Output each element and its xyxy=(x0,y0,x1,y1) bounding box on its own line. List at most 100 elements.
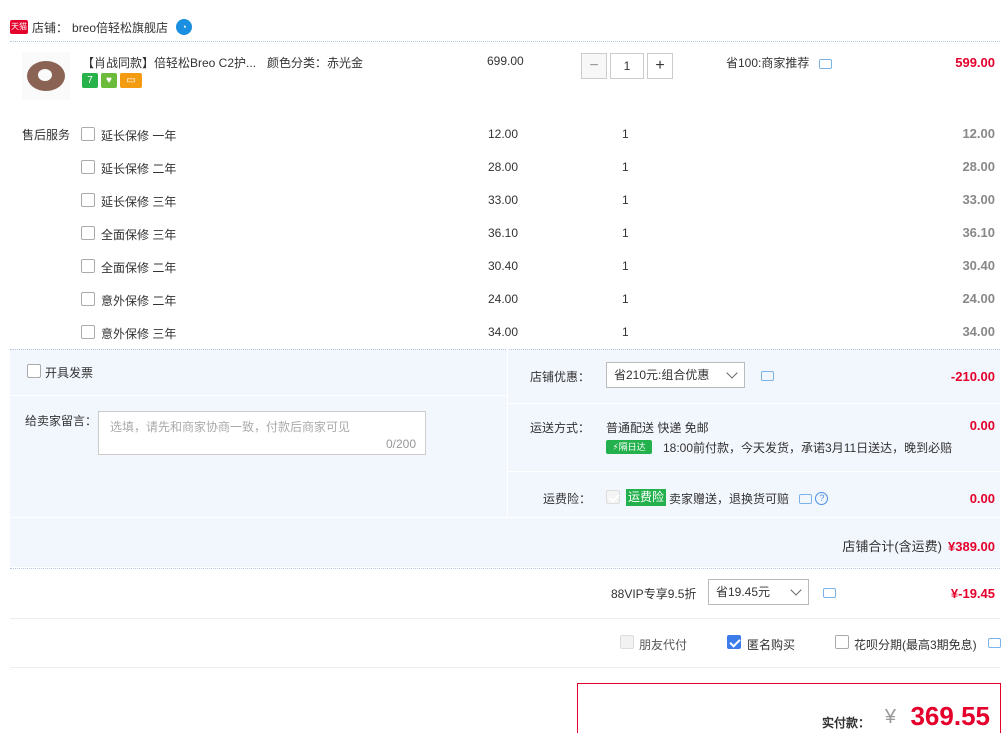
seller-message-input[interactable]: 选填，请先和商家协商一致，付款后商家可见 0/200 xyxy=(98,411,426,455)
payment-summary: 实付款： ¥ 369.55 xyxy=(577,683,1001,733)
store-discount-amount: -210.00 xyxy=(950,369,995,384)
service-name: 全面保修 二年 xyxy=(101,261,177,275)
store-total-label: 店铺合计(含运费) xyxy=(842,539,942,554)
comment-icon[interactable] xyxy=(799,493,812,504)
service-checkbox[interactable] xyxy=(81,160,95,174)
service-total: 28.00 xyxy=(962,159,995,174)
service-checkbox[interactable] xyxy=(81,226,95,240)
anonymous-label: 匿名购买 xyxy=(747,638,796,652)
service-qty: 1 xyxy=(622,160,629,174)
service-checkbox[interactable] xyxy=(81,259,95,273)
friend-pay-checkbox xyxy=(620,635,634,649)
panel-divider xyxy=(10,517,1000,518)
vip-discount-label: 88VIP专享9.5折 xyxy=(611,587,697,601)
payment-label: 实付款： xyxy=(821,716,870,730)
product-title-link[interactable]: 【肖战同款】倍轻松Breo C2护... xyxy=(82,54,256,71)
quantity-stepper: − 1 + xyxy=(581,53,673,79)
service-total: 12.00 xyxy=(962,126,995,141)
divider xyxy=(10,349,1000,350)
service-name: 延长保修 一年 xyxy=(101,129,177,143)
service-qty: 1 xyxy=(622,127,629,141)
service-qty: 1 xyxy=(622,325,629,339)
service-row: 全面保修 二年 30.40 1 30.40 xyxy=(0,258,1007,278)
sku-value: 赤光金 xyxy=(327,56,364,70)
shipping-method: 普通配送 快递 免邮 xyxy=(606,421,709,435)
order-options-panel xyxy=(10,349,1000,567)
service-total: 24.00 xyxy=(962,291,995,306)
service-checkbox[interactable] xyxy=(81,325,95,339)
service-name: 意外保修 二年 xyxy=(101,294,177,308)
service-qty: 1 xyxy=(622,292,629,306)
service-price: 34.00 xyxy=(488,325,519,339)
divider xyxy=(10,41,1000,42)
panel-divider xyxy=(508,403,1000,404)
comment-icon[interactable] xyxy=(761,371,774,381)
service-price: 24.00 xyxy=(488,292,519,306)
comment-icon[interactable] xyxy=(988,638,1001,648)
panel-divider xyxy=(508,471,1000,472)
huabei-label: 花呗分期(最高3期免息) xyxy=(854,638,977,652)
store-total: 店铺合计(含运费) ¥389.00 xyxy=(842,536,995,555)
store-header: 天猫 店铺： breo倍轻松旗舰店 ◔ xyxy=(10,14,193,40)
seven-day-return-icon: 7 xyxy=(82,73,98,88)
vip-discount-select[interactable]: 省19.45元 xyxy=(708,579,809,605)
service-name: 延长保修 二年 xyxy=(101,162,177,176)
shipping-amount: 0.00 xyxy=(969,418,995,433)
message-placeholder: 选填，请先和商家协商一致，付款后商家可见 xyxy=(110,420,351,434)
chevron-down-icon xyxy=(790,584,802,596)
chat-seller-icon[interactable]: ◔ xyxy=(176,19,193,35)
product-thumbnail[interactable] xyxy=(22,52,70,100)
service-total: 36.10 xyxy=(962,225,995,240)
insurance-text: 卖家赠送，退换货可赔 xyxy=(669,492,790,506)
service-row: 延长保修 三年 33.00 1 33.00 xyxy=(0,192,1007,212)
increase-button[interactable]: + xyxy=(647,53,673,79)
decrease-button[interactable]: − xyxy=(581,53,607,79)
next-day-delivery-badge: ⚡隔日达 xyxy=(606,440,652,454)
message-char-count: 0/200 xyxy=(385,437,416,451)
service-row: 延长保修 二年 28.00 1 28.00 xyxy=(0,159,1007,179)
service-price: 12.00 xyxy=(488,127,519,141)
tmall-icon: 天猫 xyxy=(10,20,28,34)
service-qty: 1 xyxy=(622,259,629,273)
anonymous-checkbox[interactable] xyxy=(727,635,741,649)
service-total: 34.00 xyxy=(962,324,995,339)
store-name-link[interactable]: breo倍轻松旗舰店 xyxy=(72,19,168,36)
service-row: 延长保修 一年 12.00 1 12.00 xyxy=(0,126,1007,146)
comment-icon[interactable] xyxy=(823,588,836,598)
insurance-checkbox xyxy=(606,490,620,504)
insurance-help[interactable]: ? xyxy=(799,491,829,506)
store-discount-select[interactable]: 省210元:组合优惠 xyxy=(606,362,745,388)
currency-symbol: ¥ xyxy=(884,706,896,728)
service-price: 28.00 xyxy=(488,160,519,174)
huabei-checkbox[interactable] xyxy=(835,635,849,649)
comment-icon[interactable] xyxy=(818,58,832,69)
service-row: 意外保修 二年 24.00 1 24.00 xyxy=(0,291,1007,311)
promo-text: 省100:商家推荐 xyxy=(726,56,810,70)
service-price: 33.00 xyxy=(488,193,519,207)
service-checkbox[interactable] xyxy=(81,193,95,207)
question-icon[interactable]: ? xyxy=(815,492,829,506)
divider xyxy=(10,667,1000,668)
vip-discount-amount: ¥-19.45 xyxy=(950,586,995,601)
shipping-promise: 18:00前付款，今天发货，承诺3月11日送达，晚到必赔 xyxy=(663,441,953,455)
friend-pay-label: 朋友代付 xyxy=(639,638,688,652)
invoice-label: 开具发票 xyxy=(45,366,94,380)
service-qty: 1 xyxy=(622,226,629,240)
product-subtotal: 599.00 xyxy=(955,55,995,70)
store-label: 店铺： xyxy=(32,20,69,35)
product-badges: 7 ♥ ▭ xyxy=(82,73,142,88)
service-name: 延长保修 三年 xyxy=(101,195,177,209)
invoice-checkbox[interactable] xyxy=(27,364,41,378)
service-total: 33.00 xyxy=(962,192,995,207)
service-qty: 1 xyxy=(622,193,629,207)
shipping-label: 运送方式： xyxy=(530,421,591,435)
insurance-amount: 0.00 xyxy=(969,491,995,506)
divider xyxy=(10,618,1000,619)
payment-amount: 369.55 xyxy=(910,701,990,731)
quantity-input[interactable]: 1 xyxy=(610,53,644,79)
store-discount-value: 省210元:组合优惠 xyxy=(614,368,710,382)
service-checkbox[interactable] xyxy=(81,127,95,141)
service-checkbox[interactable] xyxy=(81,292,95,306)
service-price: 30.40 xyxy=(488,259,519,273)
panel-divider xyxy=(10,395,507,396)
